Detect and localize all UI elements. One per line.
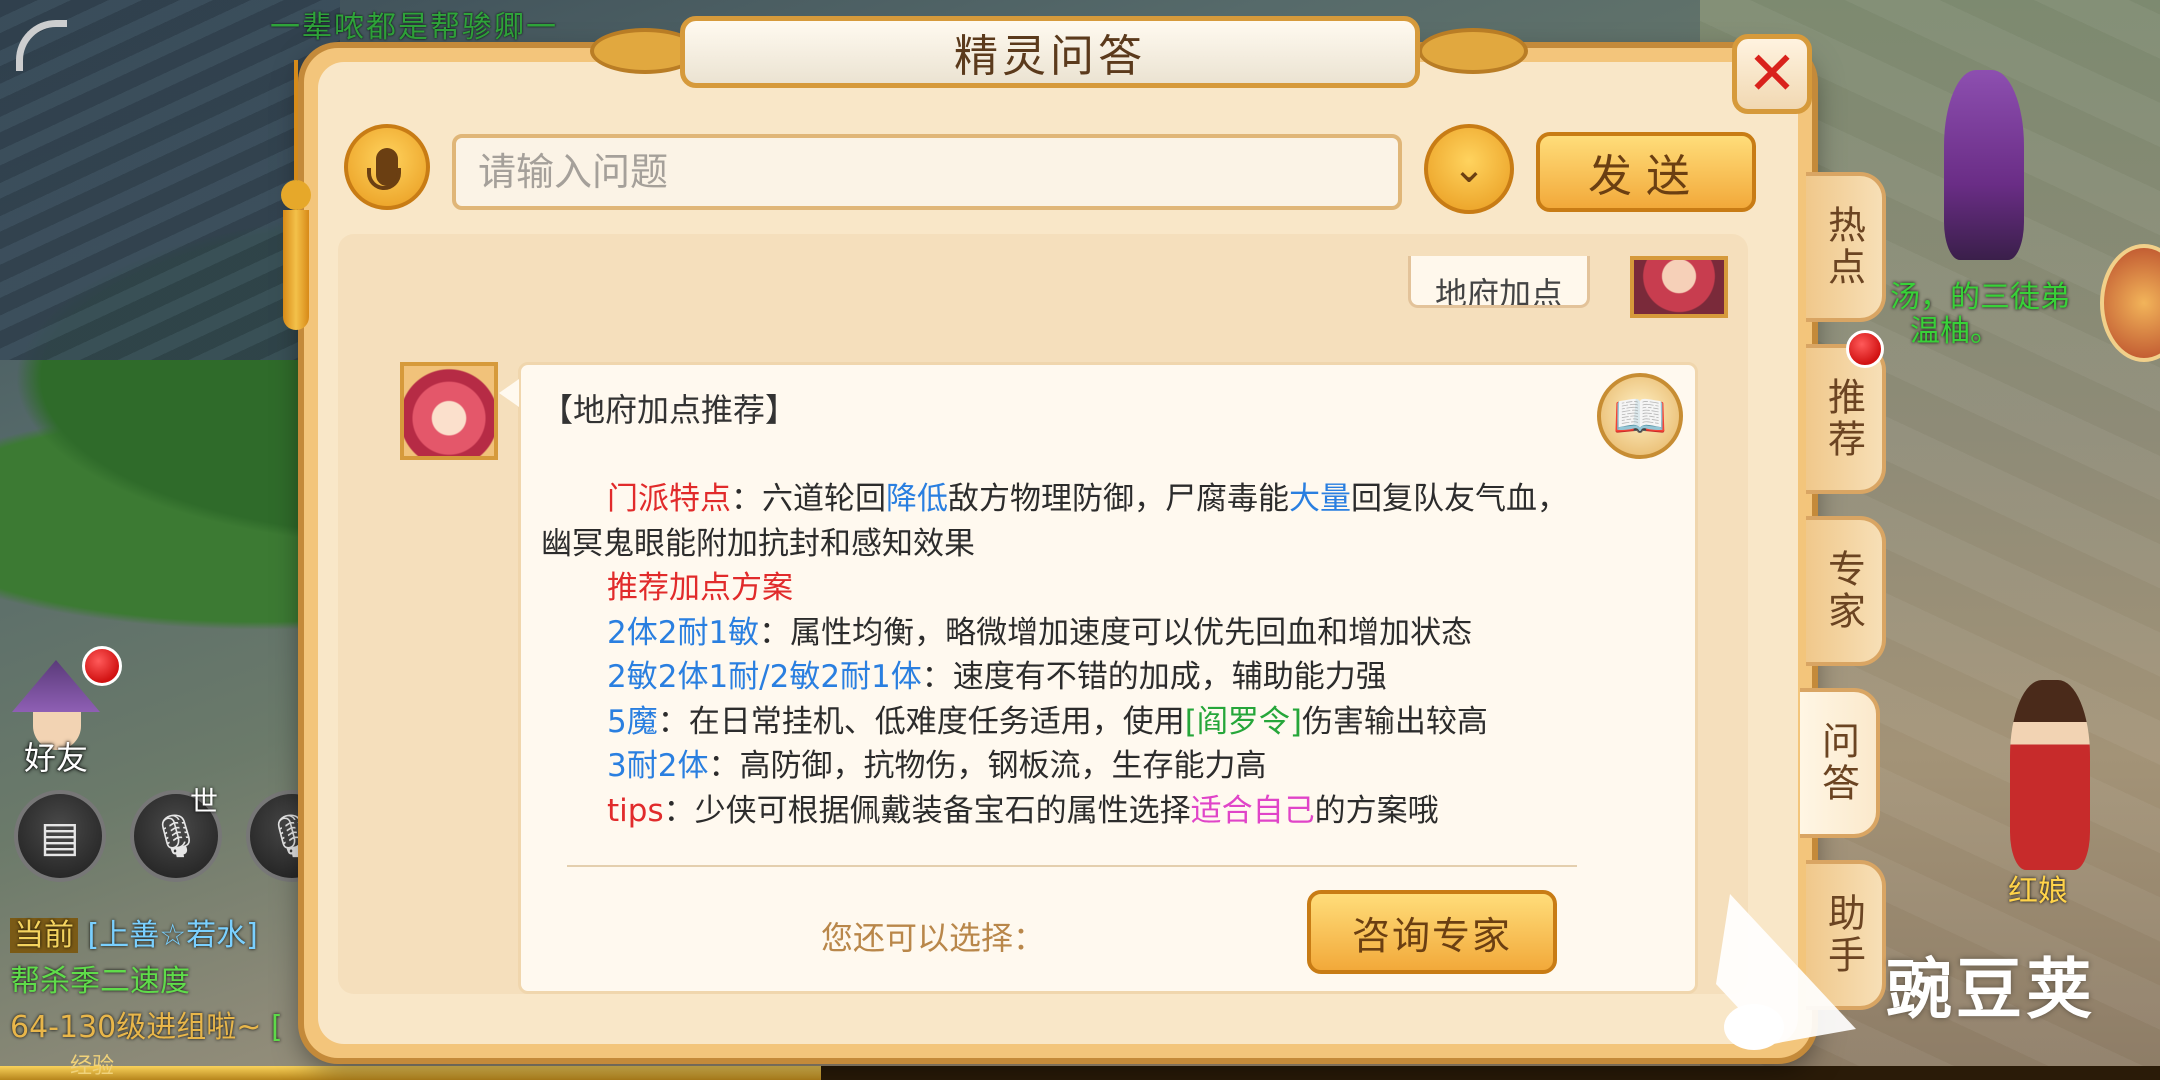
answer-title: 【地府加点推荐】 (541, 391, 798, 429)
book-icon[interactable]: 📖 (1597, 373, 1683, 459)
spirit-avatar (400, 362, 498, 460)
user-message-bubble: 地府加点 (1408, 256, 1590, 308)
tab-hot[interactable]: 热点 (1806, 172, 1886, 322)
tassel-knot (281, 180, 311, 210)
close-button[interactable]: ✕ (1732, 34, 1812, 114)
tab-expert[interactable]: 专家 (1806, 516, 1886, 666)
chat-line-3-text: 64-130级进组啦~ (10, 1010, 262, 1045)
plan-name: 2体2耐1敏 (607, 614, 760, 651)
chat-line-3-tail: [ (270, 1010, 283, 1045)
scrolling-banner: 一辈哝都是帮骖卿一 (270, 10, 558, 45)
tassel-cord (294, 60, 298, 180)
dialog-title: 精灵问答 (954, 31, 1146, 82)
sect-label: 门派特点 (607, 481, 731, 517)
plan-item: 3耐2体：高防御，抗物伤，钢板流，生存能力高 (541, 744, 1661, 789)
sect-features-line-2: 幽冥鬼眼能附加抗封和感知效果 (541, 525, 975, 562)
npc-dialogue-2: 温柚。 (1910, 314, 2000, 349)
question-input[interactable] (452, 134, 1402, 210)
user-message-text: 地府加点 (1434, 275, 1563, 308)
mic-icon (367, 148, 401, 190)
watermark-logo: 豌豆荚 (1716, 894, 2156, 1070)
chat-line-1[interactable]: 当前 [上善☆若水] (10, 910, 258, 954)
tab-recommend[interactable]: 推荐 (1806, 344, 1886, 494)
sect-text-3: 回复队友气血， (1351, 481, 1568, 517)
dialog-title-plate: 精灵问答 (680, 16, 1420, 88)
tab-qa[interactable]: 问答 (1800, 688, 1880, 838)
answer-body: 门派特点：六道轮回降低敌方物理防御，尸腐毒能大量回复队友气血， 幽冥鬼眼能附加抗… (541, 477, 1661, 833)
chat-line-2[interactable]: 帮杀季二速度 (10, 956, 190, 1000)
experience-label: 经验 (70, 1054, 115, 1079)
item-link[interactable]: [阎罗令] (1185, 704, 1302, 740)
world-channel-tag: 世 (190, 785, 219, 818)
close-icon: ✕ (1746, 39, 1798, 109)
chat-line-3[interactable]: 64-130级进组啦~ [ (10, 1002, 283, 1046)
chevron-down-icon: ⌄ (1452, 146, 1486, 192)
tips-tail: 的方案哦 (1314, 792, 1439, 829)
plan-desc: ：速度有不错的加成，辅助能力强 (921, 659, 1387, 695)
tips-text: ：少侠可根据佩戴装备宝石的属性选择 (663, 792, 1191, 829)
npc-character-top[interactable] (1944, 70, 2024, 260)
plan-desc: ：在日常挂机、低难度任务适用，使用 (657, 703, 1185, 740)
plan-label: 推荐加点方案 (607, 570, 793, 606)
sect-text-1: ：六道轮回 (731, 481, 886, 517)
plan-name: 2敏2体1耐/2敏2耐1体 (607, 659, 922, 695)
plan-desc: ：高防御，抗物伤，钢板流，生存能力高 (708, 748, 1267, 784)
send-button[interactable]: 发送 (1536, 132, 1756, 212)
plan-item: 2体2耐1敏：属性均衡，略微增加速度可以优先回血和增加状态 (541, 611, 1661, 656)
chat-player[interactable]: [上善☆若水] (88, 918, 258, 953)
consult-expert-button[interactable]: 咨询专家 (1307, 890, 1557, 974)
tassel-fringe (283, 210, 309, 330)
recommend-notification-dot (1846, 330, 1884, 368)
plan-item: 5魔：在日常挂机、低难度任务适用，使用[阎罗令]伤害输出较高 (541, 700, 1661, 745)
sect-text-2: 敌方物理防御，尸腐毒能 (948, 481, 1289, 517)
plan-item: 2敏2体1耐/2敏2耐1体：速度有不错的加成，辅助能力强 (541, 655, 1661, 700)
tips-label: tips (607, 792, 664, 829)
voice-input-button[interactable] (344, 124, 430, 210)
tassel-decoration (281, 60, 311, 330)
answer-bubble: 📖 【地府加点推荐】 门派特点：六道轮回降低敌方物理防御，尸腐毒能大量回复队友气… (499, 362, 1698, 994)
chat-channel: 当前 (10, 918, 78, 953)
more-options-label: 您还可以选择： (821, 919, 1046, 957)
experience-fill (0, 1066, 821, 1080)
sect-highlight-2: 大量 (1289, 481, 1351, 517)
plan-desc: ：属性均衡，略微增加速度可以优先回血和增加状态 (759, 614, 1473, 651)
friend-notification-dot (82, 646, 122, 686)
tips-line: tips：少侠可根据佩戴装备宝石的属性选择适合自己的方案哦 (541, 789, 1661, 834)
sect-highlight-1: 降低 (886, 481, 948, 517)
user-avatar (1630, 256, 1728, 318)
watermark-text: 豌豆荚 (1886, 951, 2096, 1028)
npc-character-bottom[interactable] (2010, 680, 2090, 870)
friend-label: 好友 (24, 739, 89, 777)
answer-divider (567, 865, 1577, 867)
sect-features-line: 门派特点：六道轮回降低敌方物理防御，尸腐毒能大量回复队友气血， (541, 477, 1661, 522)
tips-highlight: 适合自己 (1190, 792, 1315, 829)
plan-name: 5魔 (607, 703, 658, 740)
watermark-face-icon (1724, 1004, 1784, 1050)
qa-conversation[interactable]: 地府加点 📖 【地府加点推荐】 门派特点：六道轮回降低敌方物理防御，尸腐毒能大量… (338, 234, 1748, 994)
plan-name: 3耐2体 (607, 748, 709, 784)
title-ornament-right (1418, 28, 1528, 74)
chat-bubble-icon[interactable]: ▤ (14, 790, 106, 882)
history-dropdown-button[interactable]: ⌄ (1424, 124, 1514, 214)
plan-desc-tail: 伤害输出较高 (1301, 703, 1488, 740)
